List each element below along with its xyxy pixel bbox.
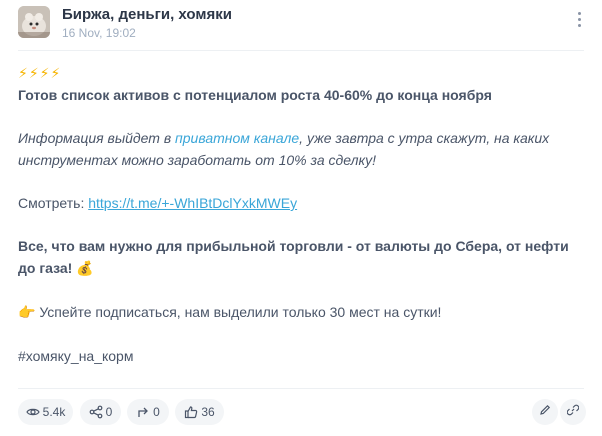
copy-link-button[interactable] bbox=[560, 399, 586, 425]
info-text-before: Информация выйдет в bbox=[18, 130, 176, 146]
shares-counter[interactable]: 0 bbox=[80, 399, 121, 425]
post-header: Биржа, деньги, хомяки 16 Nov, 19:02 bbox=[18, 6, 584, 46]
cta-paragraph: 👉 Успейте подписаться, нам выделили толь… bbox=[18, 301, 584, 324]
link-icon bbox=[566, 403, 580, 421]
promo-paragraph: Все, что вам нужно для прибыльной торгов… bbox=[18, 235, 584, 280]
shares-count: 0 bbox=[105, 405, 113, 419]
footer-divider bbox=[18, 388, 584, 389]
views-counter[interactable]: 5.4k bbox=[18, 399, 73, 425]
watch-paragraph: Смотреть: https://t.me/+-WhIBtDclYxkMWEy bbox=[18, 192, 584, 214]
views-count: 5.4k bbox=[42, 405, 66, 419]
post-info-paragraph: Информация выйдет в приватном канале, уж… bbox=[18, 127, 584, 171]
forwards-count: 0 bbox=[153, 405, 160, 419]
edit-button[interactable] bbox=[532, 399, 558, 425]
share-icon bbox=[89, 405, 103, 419]
hashtag[interactable]: #хомяку_на_корм bbox=[18, 345, 584, 367]
likes-counter[interactable]: 36 bbox=[175, 399, 224, 425]
forwards-counter[interactable]: 0 bbox=[127, 399, 169, 425]
channel-avatar[interactable] bbox=[18, 6, 50, 38]
post-date: 16 Nov, 19:02 bbox=[62, 26, 136, 40]
promo-text: Все, что вам нужно для прибыльной торгов… bbox=[18, 238, 569, 276]
money-bag-emoji: 💰 bbox=[76, 261, 94, 277]
post-headline: Готов список активов с потенциалом роста… bbox=[18, 87, 492, 103]
more-vertical-icon[interactable] bbox=[574, 12, 584, 32]
private-channel-link[interactable]: приватном канале bbox=[175, 130, 299, 146]
post-footer: 5.4k 0 0 36 bbox=[18, 399, 586, 427]
post-text: ⚡⚡⚡⚡ Готов список активов с потенциалом … bbox=[18, 64, 584, 367]
eye-icon bbox=[25, 405, 40, 419]
lightning-emoji-line: ⚡⚡⚡⚡ bbox=[18, 66, 62, 82]
watch-url-link[interactable]: https://t.me/+-WhIBtDclYxkMWEy bbox=[88, 195, 297, 211]
pointing-hand-emoji: 👉 bbox=[18, 305, 36, 321]
pencil-icon bbox=[539, 403, 551, 421]
forward-arrow-icon bbox=[136, 405, 150, 419]
channel-name[interactable]: Биржа, деньги, хомяки bbox=[62, 6, 232, 24]
header-divider bbox=[18, 50, 584, 51]
watch-label: Смотреть: bbox=[18, 195, 89, 211]
thumbs-up-icon bbox=[184, 405, 198, 419]
cta-text: Успейте подписаться, нам выделили только… bbox=[35, 304, 442, 320]
likes-count: 36 bbox=[201, 405, 215, 419]
